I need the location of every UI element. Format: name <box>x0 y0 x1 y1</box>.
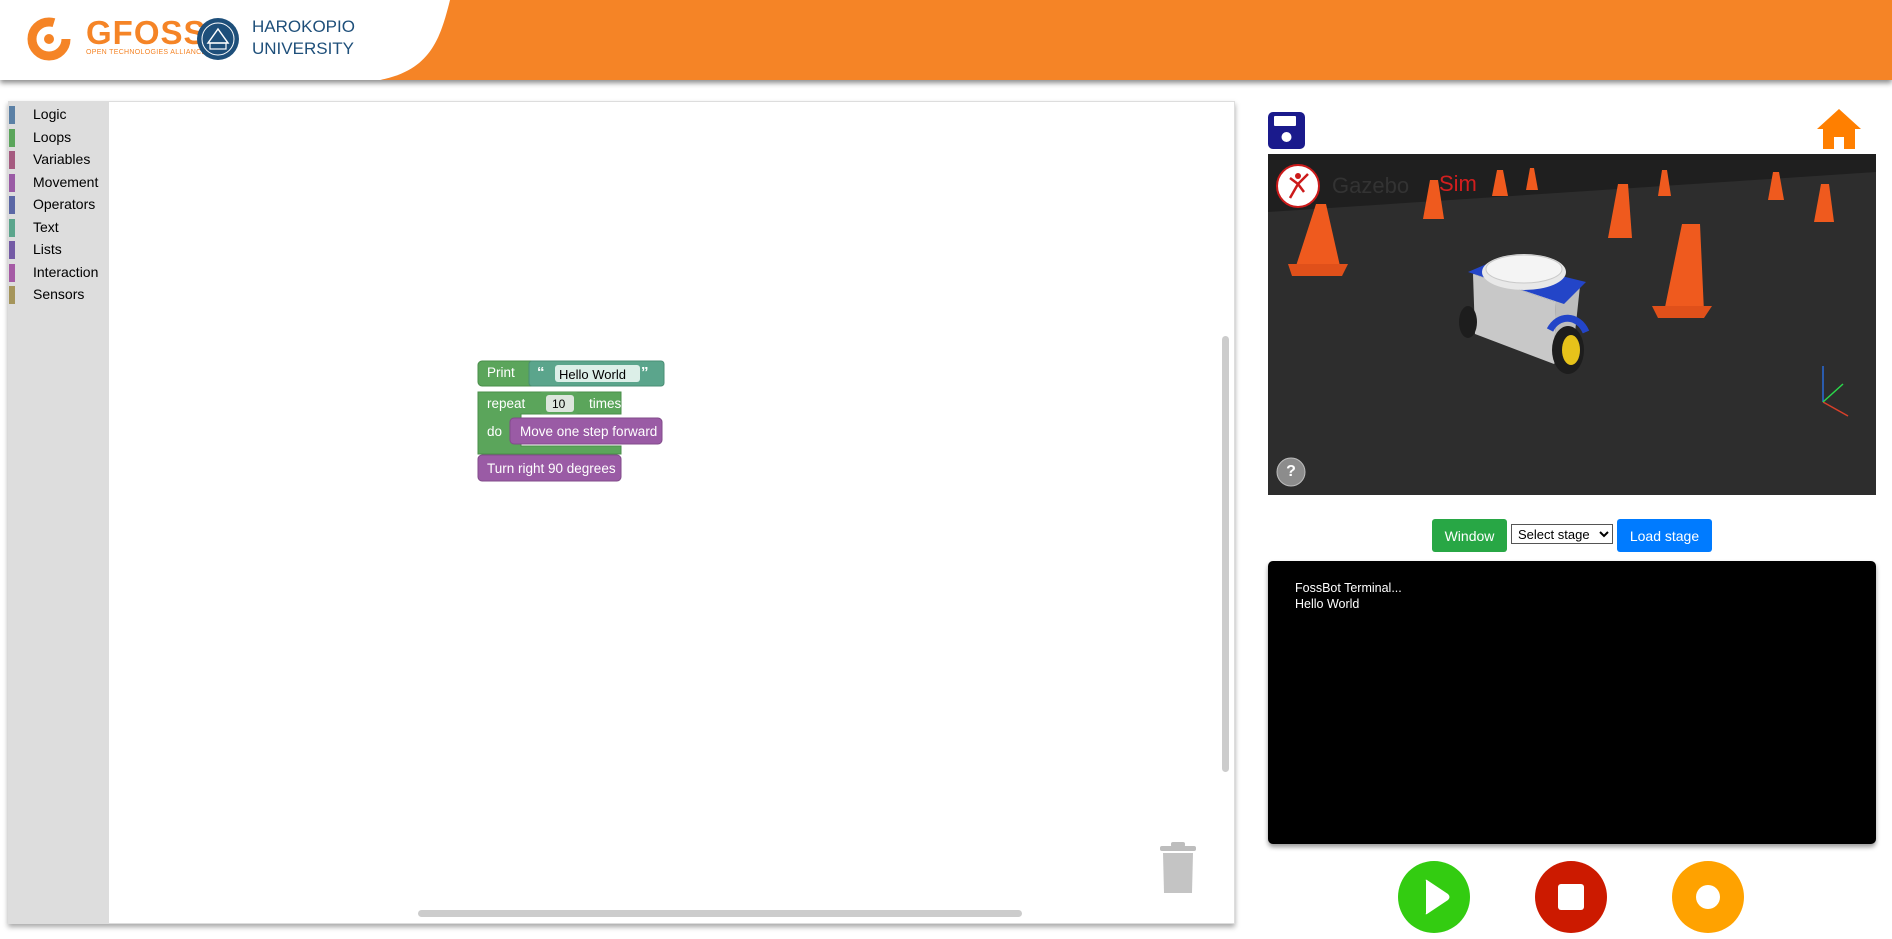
record-icon <box>1696 885 1720 909</box>
window-button[interactable]: Window <box>1432 519 1507 552</box>
do-label: do <box>487 424 503 439</box>
simulator-viewport[interactable]: Gazebo Sim ? <box>1268 154 1876 495</box>
university-name-line2: UNIVERSITY <box>252 39 355 58</box>
workspace-horizontal-scrollbar[interactable] <box>418 910 1022 917</box>
harokopio-seal-icon <box>197 18 239 60</box>
gfoss-logo-tagline: OPEN TECHNOLOGIES ALLIANCE <box>86 49 207 56</box>
trash-icon[interactable] <box>1159 842 1197 894</box>
open-quote-icon: “ <box>537 364 545 381</box>
move-block-label: Move one step forward <box>520 424 658 439</box>
save-icon[interactable] <box>1268 112 1305 149</box>
close-quote-icon: ” <box>641 364 649 381</box>
gfoss-logo-icon <box>27 17 71 61</box>
university-name-line1: HAROKOPIO <box>252 17 355 36</box>
turn-block-label: Turn right 90 degrees <box>487 461 616 476</box>
terminal-line: FossBot Terminal... <box>1295 581 1402 595</box>
simulator-scene: Gazebo <box>1268 154 1876 495</box>
repeat-label: repeat <box>487 396 526 411</box>
terminal-line: Hello World <box>1295 597 1360 611</box>
stage-select[interactable]: Select stage <box>1511 524 1613 544</box>
blockly-workspace[interactable]: Logic Loops Variables Movement Operators Text… <box>8 101 1235 924</box>
stop-button[interactable] <box>1535 861 1607 933</box>
harokopio-logo-text: HAROKOPIO UNIVERSITY <box>252 16 355 60</box>
gfoss-logo-name: GFOSS <box>86 14 207 51</box>
simulator-brand-label: Sim <box>1439 171 1477 196</box>
home-icon[interactable] <box>1815 107 1863 151</box>
help-button[interactable] <box>1276 457 1306 487</box>
load-stage-button[interactable]: Load stage <box>1617 519 1712 552</box>
fossbot-terminal: FossBot Terminal... Hello World <box>1268 561 1876 844</box>
print-label: Print <box>487 365 515 380</box>
app-header: GFOSS OPEN TECHNOLOGIES ALLIANCE HAROKOP… <box>0 0 1892 80</box>
times-label: times <box>589 396 622 411</box>
record-button[interactable] <box>1672 861 1744 933</box>
play-button[interactable] <box>1398 861 1470 933</box>
print-text-value: Hello World <box>559 367 626 382</box>
workspace-vertical-scrollbar[interactable] <box>1222 336 1229 772</box>
repeat-count-value: 10 <box>552 397 566 411</box>
svg-text:Gazebo: Gazebo <box>1332 173 1409 198</box>
stop-icon <box>1558 884 1584 910</box>
blocks-canvas <box>477 360 665 482</box>
play-icon <box>1425 879 1450 915</box>
